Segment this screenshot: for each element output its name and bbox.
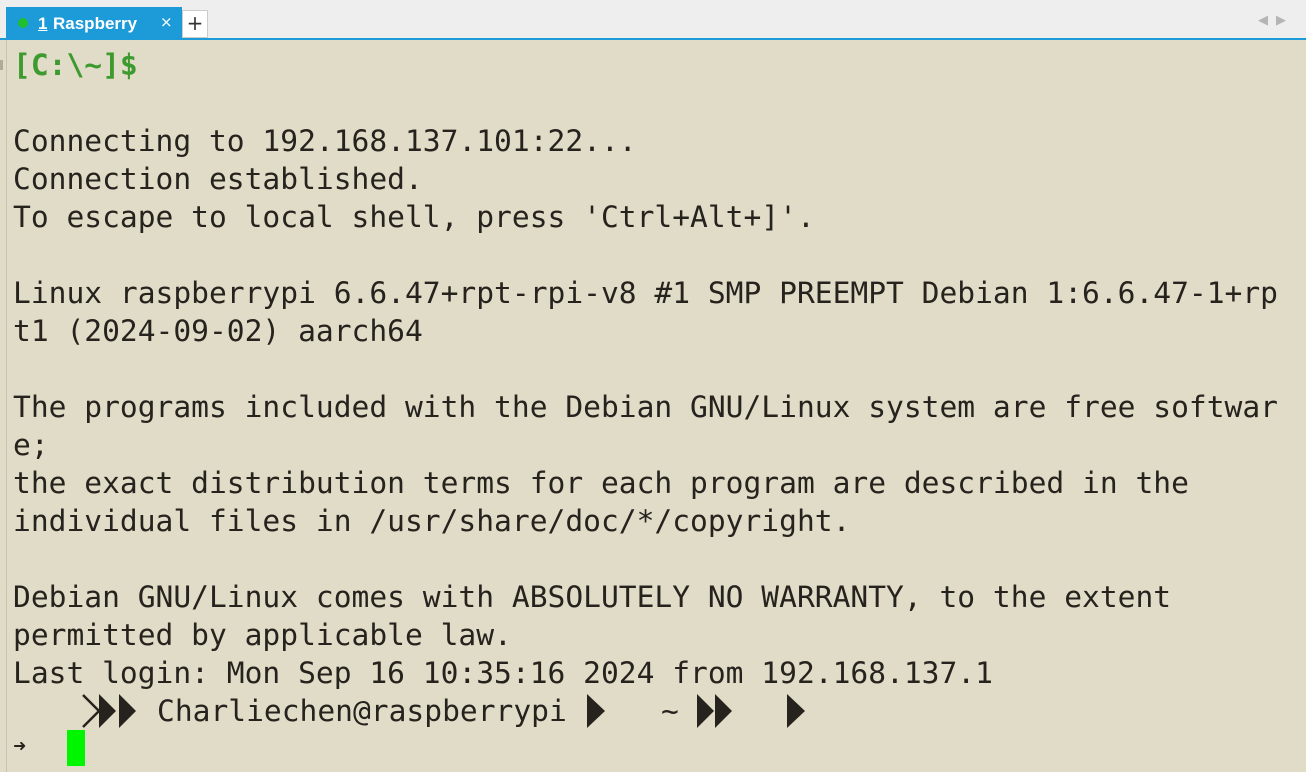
terminal-line: the exact distribution terms for each pr… — [13, 466, 1189, 500]
terminal-line: Linux raspberrypi 6.6.47+rpt-rpi-v8 #1 S… — [13, 276, 1279, 310]
powerline-double-separator-icon — [697, 694, 732, 728]
terminal-line: To escape to local shell, press 'Ctrl+Al… — [13, 200, 815, 234]
new-tab-button[interactable]: + — [182, 10, 208, 38]
terminal-line: Debian GNU/Linux comes with ABSOLUTELY N… — [13, 580, 1172, 614]
prompt-user-host: Charliechen@raspberrypi — [157, 694, 567, 728]
tab-bar: 1 Raspberry × + ◀▶ — [0, 0, 1306, 40]
input-arrow-icon: ➜ — [13, 736, 27, 755]
powerline-separator-icon — [587, 694, 605, 728]
left-edge-marker — [0, 60, 3, 70]
powerline-end-icon — [787, 694, 805, 728]
terminal-line: Last login: Mon Sep 16 10:35:16 2024 fro… — [13, 656, 993, 690]
close-tab-icon[interactable]: × — [160, 12, 173, 32]
terminal-line: e; — [13, 428, 49, 462]
terminal-output[interactable]: [C:\~]$ Connecting to 192.168.137.101:22… — [6, 40, 1306, 772]
tab-number: 1 — [38, 14, 48, 33]
terminal-line: t1 (2024-09-02) aarch64 — [13, 314, 423, 348]
terminal-line: The programs included with the Debian GN… — [13, 390, 1279, 424]
terminal-line: permitted by applicable law. — [13, 618, 512, 652]
text-cursor — [67, 730, 85, 766]
terminal-line: Connection established. — [13, 162, 423, 196]
terminal-app: 1 Raspberry × + ◀▶ [C:\~]$ Connecting to… — [0, 0, 1306, 772]
terminal-line: Connecting to 192.168.137.101:22... — [13, 124, 637, 158]
powerline-prompt: Charliechen@raspberrypi ~ — [7, 692, 1297, 730]
local-shell-prompt: [C:\~]$ — [13, 48, 138, 82]
connection-status-icon — [18, 18, 28, 28]
tab-scroll-arrows-icon[interactable]: ◀▶ — [1258, 12, 1294, 30]
terminal-line: individual files in /usr/share/doc/*/cop… — [13, 504, 851, 538]
prompt-cwd: ~ — [661, 694, 679, 728]
tab-label: Raspberry — [53, 14, 138, 33]
tab-raspberry[interactable]: 1 Raspberry × — [6, 7, 182, 40]
